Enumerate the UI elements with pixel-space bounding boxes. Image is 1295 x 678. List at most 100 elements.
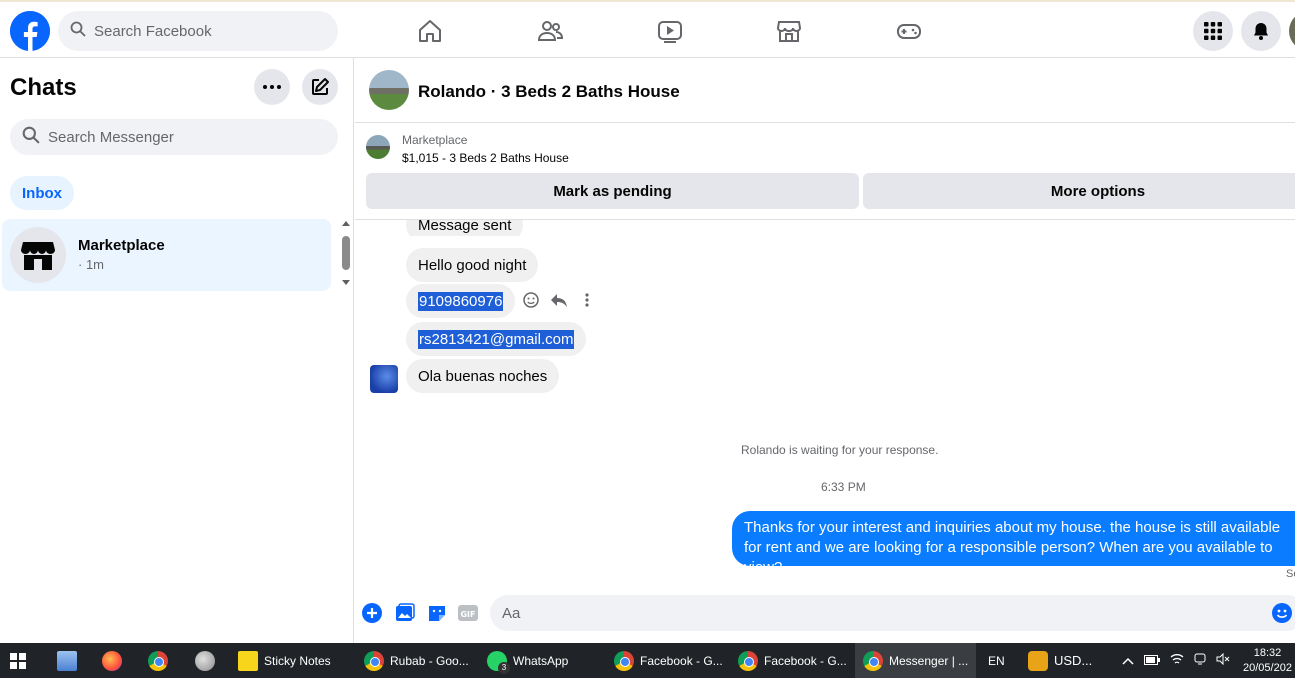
listing-title[interactable]: $1,015 - 3 Beds 2 Baths House (402, 151, 569, 165)
taskbar-whatsapp[interactable]: 3 WhatsApp (487, 643, 568, 678)
notifications-button[interactable] (1241, 11, 1281, 51)
display-icon[interactable] (1194, 653, 1206, 668)
taskbar-label: Messenger | ... (889, 653, 969, 668)
taskbar-label: Sticky Notes (264, 653, 331, 668)
chrome-icon (738, 650, 758, 671)
whatsapp-icon: 3 (487, 650, 510, 674)
speaker-muted-icon[interactable] (1216, 652, 1230, 668)
file-explorer-icon[interactable] (57, 643, 77, 678)
chat-options-button[interactable] (254, 69, 290, 105)
profile-avatar[interactable] (1289, 11, 1295, 51)
contact-small-avatar[interactable] (370, 365, 398, 393)
mark-as-pending-button[interactable]: Mark as pending (366, 173, 859, 209)
marketplace-label: Marketplace (402, 133, 468, 147)
taskbar-label: Facebook - G... (764, 653, 847, 668)
menu-grid-button[interactable] (1193, 11, 1233, 51)
chrome-icon (614, 650, 634, 671)
clock-date: 20/05/202 (1243, 662, 1292, 674)
chats-sidebar: Chats Inbox Marketplace · 1m (0, 58, 354, 643)
email-text[interactable]: rs2813421@gmail.com (418, 329, 575, 349)
scroll-thumb[interactable] (342, 236, 350, 270)
windows-start-icon[interactable] (10, 643, 26, 678)
sticky-notes-icon (238, 650, 258, 671)
message-clip: Message sent (355, 220, 1295, 236)
chevron-up-icon[interactable] (1122, 654, 1134, 668)
taskbar-label: Facebook - G... (640, 653, 723, 668)
gif-icon[interactable]: GIF (458, 603, 478, 623)
svg-text:GIF: GIF (460, 610, 475, 619)
messenger-search-input[interactable] (48, 128, 308, 146)
more-vertical-icon[interactable] (578, 291, 596, 309)
currency-label: USD... (1054, 653, 1093, 668)
taskbar-chrome-facebook-1[interactable]: Facebook - G... (614, 643, 723, 678)
new-message-button[interactable] (302, 69, 338, 105)
conversation-item-marketplace[interactable]: Marketplace · 1m (2, 219, 331, 291)
top-navigation-bar (0, 0, 1295, 58)
home-icon[interactable] (415, 16, 445, 46)
more-options-button[interactable]: More options (863, 173, 1295, 209)
chrome-icon (863, 650, 883, 671)
react-emoji-icon[interactable] (522, 291, 540, 309)
message-bubble-greeting[interactable]: Hello good night (406, 248, 539, 282)
reply-icon[interactable] (550, 291, 568, 309)
message-bubble-spanish[interactable]: Ola buenas noches (406, 359, 560, 393)
windows-taskbar: Sticky Notes Rubab - Goo... 3 WhatsApp F… (0, 643, 1295, 678)
taskbar-label: Rubab - Goo... (390, 653, 469, 668)
emoji-icon[interactable] (1272, 603, 1292, 623)
conversation-time: · 1m (78, 257, 104, 272)
more-dots-icon (263, 85, 281, 89)
contact-avatar[interactable] (369, 70, 409, 110)
chat-title[interactable]: Rolando · 3 Beds 2 Baths House (418, 82, 680, 102)
conversation-name: Marketplace (78, 237, 165, 254)
sidebar-scrollbar[interactable] (340, 221, 352, 289)
taskbar-chrome-messenger[interactable]: Messenger | ... (855, 643, 977, 678)
firefox-icon[interactable] (102, 643, 122, 678)
taskbar-sticky-notes[interactable]: Sticky Notes (238, 643, 331, 678)
chat-header: Rolando · 3 Beds 2 Baths House (355, 58, 1295, 123)
system-tray (1122, 643, 1230, 678)
add-plus-icon[interactable] (362, 603, 382, 623)
seen-status: Se (1286, 568, 1295, 580)
chats-title: Chats (10, 74, 77, 101)
chrome-icon[interactable] (148, 643, 168, 678)
waiting-notice: Rolando is waiting for your response. (741, 443, 939, 457)
facebook-search[interactable] (58, 11, 338, 51)
outgoing-message-bubble[interactable]: Thanks for your interest and inquiries a… (732, 511, 1295, 566)
whatsapp-badge: 3 (498, 661, 510, 674)
scroll-up-arrow-icon[interactable] (342, 221, 350, 226)
language-indicator[interactable]: EN (988, 643, 1005, 678)
facebook-logo-icon[interactable] (10, 11, 50, 51)
grid-icon (1204, 22, 1222, 40)
friends-icon[interactable] (535, 16, 565, 46)
inbox-tab[interactable]: Inbox (10, 176, 74, 210)
sticker-icon[interactable] (427, 603, 447, 623)
chrome-icon (364, 650, 384, 671)
outgoing-clip: Thanks for your interest and inquiries a… (732, 511, 1295, 566)
watch-video-icon[interactable] (655, 16, 685, 46)
wifi-icon[interactable] (1170, 653, 1184, 668)
photo-attach-icon[interactable] (395, 603, 415, 623)
message-input[interactable] (502, 604, 1262, 622)
message-bubble-email[interactable]: rs2813421@gmail.com (406, 322, 587, 356)
taskbar-chrome-rubab[interactable]: Rubab - Goo... (364, 643, 469, 678)
phone-number-text[interactable]: 9109860976 (418, 291, 504, 311)
message-bubble-phone[interactable]: 9109860976 (406, 284, 516, 318)
currency-widget[interactable]: USD... (1028, 643, 1092, 678)
storefront-icon (21, 242, 55, 270)
scroll-down-arrow-icon[interactable] (342, 280, 350, 285)
listing-thumbnail[interactable] (366, 135, 390, 159)
search-icon (22, 126, 40, 149)
bell-icon (1254, 23, 1268, 40)
facebook-search-input[interactable] (94, 22, 324, 40)
marketplace-icon[interactable] (774, 16, 804, 46)
messenger-search[interactable] (10, 119, 338, 155)
taskbar-chrome-facebook-2[interactable]: Facebook - G... (738, 643, 847, 678)
taskbar-label: WhatsApp (513, 653, 569, 668)
clock-time: 18:32 (1253, 647, 1282, 659)
gaming-icon[interactable] (894, 16, 924, 46)
message-bubble-sent[interactable]: Message sent (406, 220, 524, 236)
message-input-field[interactable] (490, 595, 1295, 631)
system-clock[interactable]: 18:32 20/05/202 (1243, 646, 1292, 676)
battery-icon[interactable] (1144, 654, 1160, 668)
paint-icon[interactable] (195, 643, 215, 678)
